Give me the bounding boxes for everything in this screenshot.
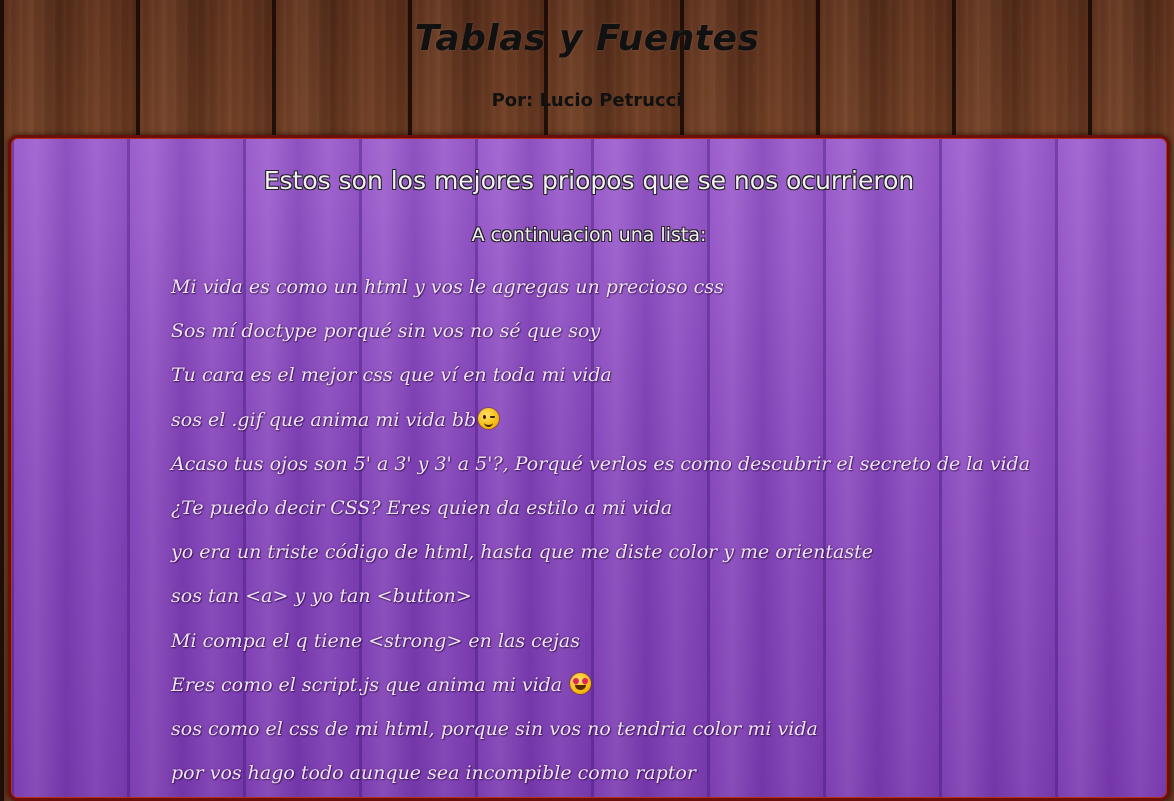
list-item: ¿Te puedo decir CSS? Eres quien da estil…	[171, 491, 1030, 535]
author-credit: Por: Lucio Petrucci	[491, 90, 683, 111]
list-item: Tu cara es el mejor css que ví en toda m…	[171, 358, 1030, 402]
content-panel: Estos son los mejores priopos que se nos…	[8, 135, 1170, 801]
heart-eyes-face-icon	[570, 672, 592, 694]
phrase-list: Mi vida es como un html y vos le agregas…	[171, 270, 1030, 800]
list-item-text: Tu cara es el mejor css que ví en toda m…	[171, 364, 612, 387]
list-item-text: Eres como el script.js que anima mi vida	[171, 673, 569, 696]
list-item-text: Mi compa el q tiene <strong> en las ceja…	[171, 629, 580, 652]
list-item: Eres como el script.js que anima mi vida	[171, 668, 1030, 712]
list-item: por vos hago todo aunque sea incompible …	[171, 756, 1030, 800]
list-item-text: Sos mí doctype porqué sin vos no sé que …	[171, 320, 601, 343]
section-heading: Estos son los mejores priopos que se nos…	[263, 166, 915, 195]
list-item: Mi vida es como un html y vos le agregas…	[171, 270, 1030, 314]
list-item-text: yo era un triste código de html, hasta q…	[171, 541, 874, 564]
list-item: sos tan <a> y yo tan <button>	[171, 579, 1030, 623]
list-item: Mi compa el q tiene <strong> en las ceja…	[171, 624, 1030, 668]
list-item: Acaso tus ojos son 5' a 3' y 3' a 5'?, P…	[171, 447, 1030, 491]
list-item-text: Mi vida es como un html y vos le agregas…	[171, 276, 724, 298]
page-header: Tablas y Fuentes Por: Lucio Petrucci	[0, 0, 1174, 135]
list-item-text: ¿Te puedo decir CSS? Eres quien da estil…	[171, 496, 673, 519]
winking-face-icon	[478, 407, 500, 429]
page-title: Tablas y Fuentes	[414, 18, 760, 59]
list-intro: A continuacion una lista:	[471, 224, 707, 246]
list-item: sos como el css de mi html, porque sin v…	[171, 712, 1030, 756]
list-item-text: por vos hago todo aunque sea incompible …	[171, 762, 696, 785]
list-item: sos el .gif que anima mi vida bb	[171, 403, 1030, 447]
list-item-text: Acaso tus ojos son 5' a 3' y 3' a 5'?, P…	[171, 452, 1031, 475]
list-item: yo era un triste código de html, hasta q…	[171, 535, 1030, 579]
list-item: Sos mí doctype porqué sin vos no sé que …	[171, 314, 1030, 358]
list-item-text: sos tan <a> y yo tan <button>	[171, 585, 472, 608]
list-item-text: sos como el css de mi html, porque sin v…	[171, 717, 818, 740]
list-item-text: sos el .gif que anima mi vida bb	[171, 408, 477, 431]
